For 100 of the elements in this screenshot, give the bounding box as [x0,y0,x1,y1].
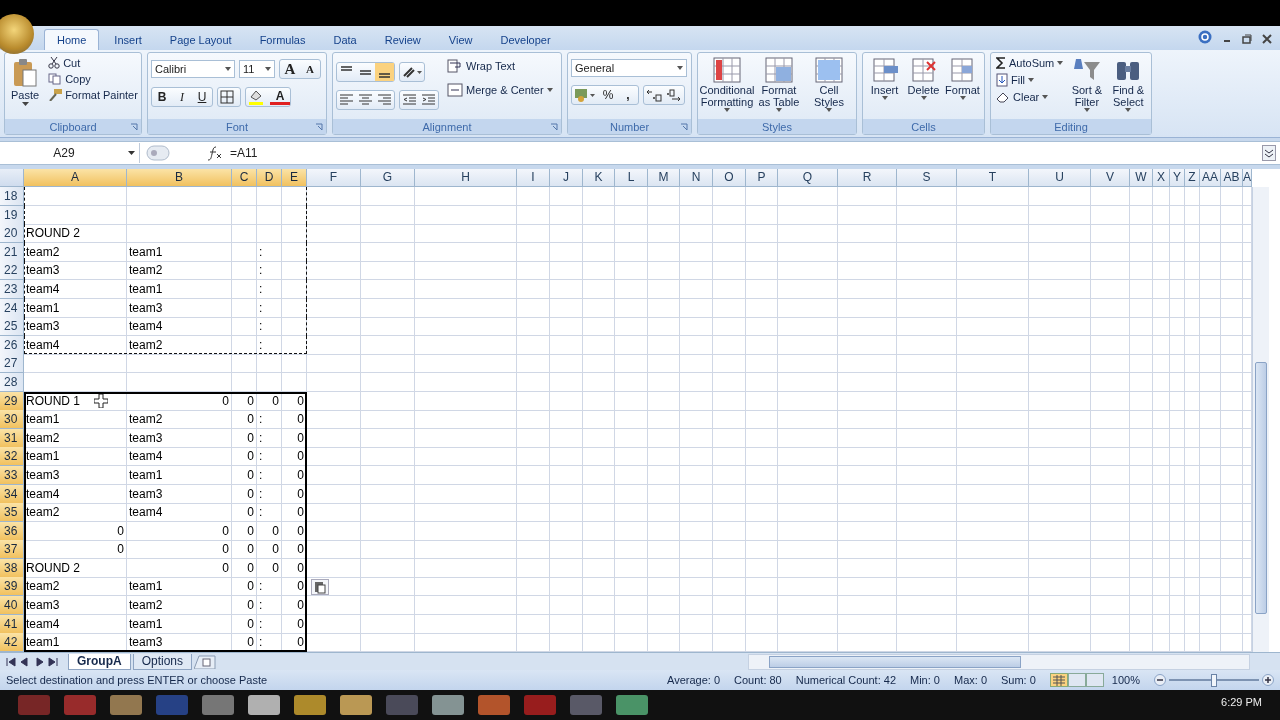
help-icon[interactable] [1198,30,1212,44]
sort-filter-button[interactable]: Sort & Filter [1067,56,1107,119]
column-header[interactable]: E [282,169,307,187]
ribbon-tab[interactable]: Data [320,29,370,50]
view-buttons-icon[interactable] [1049,673,1104,687]
ribbon-tab[interactable]: Developer [487,29,564,50]
horizontal-scrollbar[interactable] [748,653,1250,670]
row-header[interactable]: 32 [0,447,24,467]
column-header[interactable]: H [415,169,517,187]
bold-button[interactable]: B [152,88,172,106]
row-header[interactable]: 18 [0,187,24,206]
formula-field[interactable]: =A11 [230,146,1256,160]
row-header[interactable]: 37 [0,540,24,560]
column-header[interactable]: AA [1200,169,1221,187]
column-header[interactable]: B [127,169,232,187]
column-header[interactable]: P [746,169,778,187]
ribbon-tab[interactable]: Review [371,29,434,50]
column-header[interactable]: W [1130,169,1153,187]
column-header[interactable]: AB [1221,169,1243,187]
ribbon-tab[interactable]: View [435,29,486,50]
column-header[interactable]: Z [1185,169,1200,187]
shrink-font-button[interactable]: A [300,60,320,78]
column-header[interactable]: X [1153,169,1170,187]
dialog-launcher-icon[interactable] [680,123,688,131]
row-header[interactable]: 40 [0,596,24,616]
office-button[interactable] [0,14,34,54]
find-select-button[interactable]: Find & Select [1108,56,1148,119]
close-icon[interactable] [1262,34,1272,44]
column-header[interactable]: O [713,169,746,187]
copy-button[interactable]: Copy [46,72,140,86]
column-header[interactable]: T [957,169,1029,187]
comma-button[interactable]: , [618,86,638,104]
name-box[interactable]: A29 [0,143,140,163]
vertical-align-icon[interactable] [375,63,394,81]
font-family-dropdown[interactable]: Calibri [151,60,235,78]
select-all-corner[interactable] [0,169,24,187]
autosum-button[interactable]: AutoSum [994,56,1066,70]
zoom-level[interactable]: 100% [1111,674,1140,686]
row-header[interactable]: 39 [0,577,24,597]
cells-button[interactable]: Format [944,56,981,119]
sheet-tab[interactable]: Options [132,653,193,670]
format-painter-button[interactable]: Format Painter [46,88,140,102]
ribbon-tab[interactable]: Insert [101,29,155,50]
sheet-navigation-icon[interactable] [4,656,60,667]
styles-button[interactable]: Format as Table [755,56,803,119]
cells-button[interactable]: Delete [905,56,942,119]
column-header[interactable]: F [307,169,361,187]
column-header[interactable]: N [680,169,713,187]
dialog-launcher-icon[interactable] [550,123,558,131]
row-header[interactable]: 25 [0,317,24,337]
dialog-launcher-icon[interactable] [130,123,138,131]
column-header[interactable]: V [1091,169,1130,187]
paste-button[interactable]: Paste [8,56,43,119]
zoom-in-icon[interactable] [1262,674,1274,686]
column-header[interactable]: Y [1170,169,1185,187]
column-header[interactable]: A [1243,169,1252,187]
percent-button[interactable]: % [598,86,618,104]
currency-icon[interactable] [572,86,598,104]
font-size-dropdown[interactable]: 11 [239,60,275,78]
ribbon-tab[interactable]: Formulas [246,29,319,50]
grow-font-button[interactable]: A [280,60,300,78]
row-header[interactable]: 22 [0,261,24,281]
column-header[interactable]: J [550,169,583,187]
cut-button[interactable]: Cut [46,56,140,70]
merge-center-button[interactable]: Merge & Center [445,82,555,98]
column-header[interactable]: A [24,169,127,187]
row-header[interactable]: 42 [0,633,24,652]
cells-button[interactable]: Insert [866,56,903,119]
row-header[interactable]: 20 [0,224,24,244]
column-header[interactable]: R [838,169,897,187]
styles-button[interactable]: Conditional Formatting [701,56,753,119]
sheet-tab[interactable]: GroupA [68,653,131,670]
ribbon-tab[interactable]: Home [44,29,100,50]
clear-button[interactable]: Clear [994,90,1066,104]
number-format-dropdown[interactable]: General [571,59,687,77]
insert-sheet-icon[interactable] [194,654,217,669]
styles-button[interactable]: Cell Styles [805,56,853,119]
fill-button[interactable]: Fill [994,72,1066,88]
underline-button[interactable]: U [192,88,212,106]
ribbon-tab[interactable]: Page Layout [156,29,245,50]
column-header[interactable]: D [257,169,282,187]
column-header[interactable]: S [897,169,957,187]
insert-function-icon[interactable] [206,145,224,161]
wrap-text-button[interactable]: Wrap Text [445,58,555,74]
expand-icon[interactable] [1262,145,1276,161]
column-header[interactable]: Q [778,169,838,187]
zoom-out-icon[interactable] [1154,674,1166,686]
vertical-scrollbar[interactable] [1252,187,1269,652]
column-header[interactable]: M [648,169,680,187]
dialog-launcher-icon[interactable] [315,123,323,131]
column-header[interactable]: L [615,169,648,187]
row-header[interactable]: 35 [0,503,24,523]
italic-button[interactable]: I [172,88,192,106]
column-header[interactable]: I [517,169,550,187]
column-header[interactable]: G [361,169,415,187]
column-header[interactable]: C [232,169,257,187]
zoom-thumb[interactable] [1211,673,1217,687]
restore-icon[interactable] [1242,34,1252,44]
paste-options-icon[interactable] [311,578,329,595]
row-header[interactable]: 30 [0,410,24,430]
